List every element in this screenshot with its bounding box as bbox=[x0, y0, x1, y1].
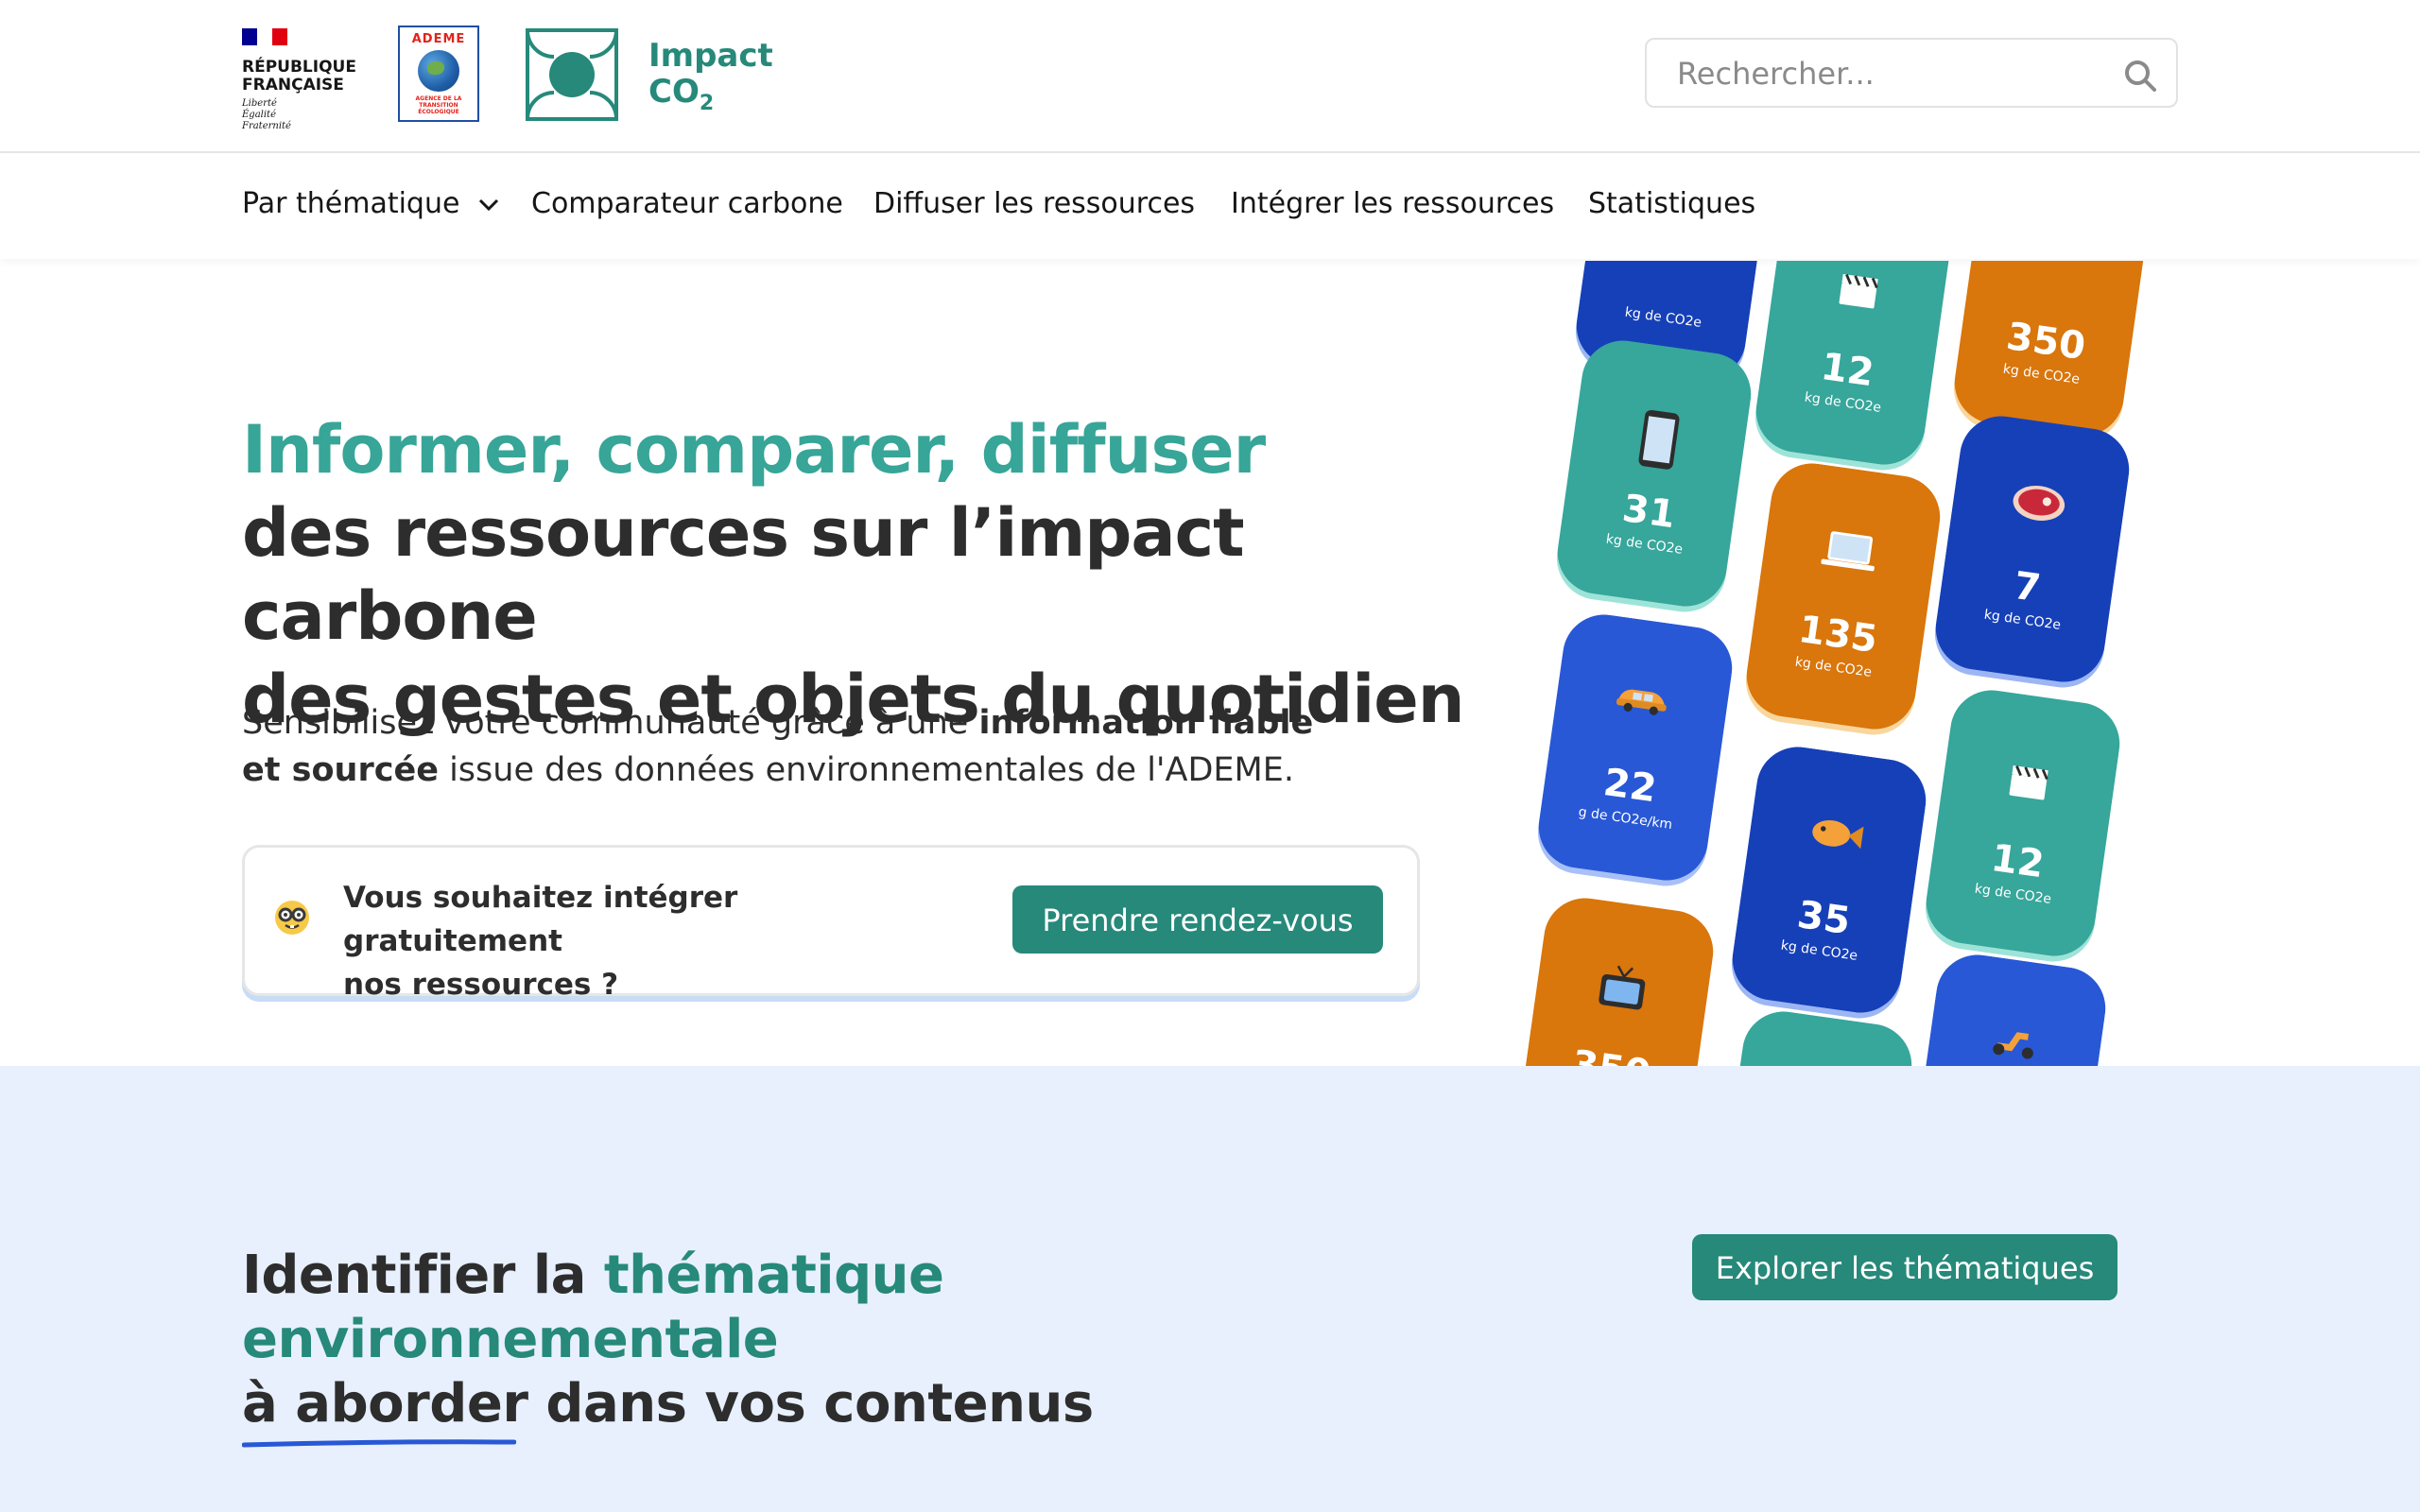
laptop-icon bbox=[1762, 518, 1934, 607]
ademe-logo-subtitle: AGENCE DE LA bbox=[415, 95, 462, 102]
search-icon[interactable] bbox=[2123, 59, 2157, 93]
fish-icon bbox=[1748, 801, 1920, 890]
impact-tiles-illustration: kg de CO2e 12 kg de CO2e 350 kg de CO2e 31 kg … bbox=[1475, 261, 2174, 1066]
hero-description: Sensibilisez votre communauté grâce à un… bbox=[242, 699, 1414, 794]
rf-logo-line: FRANÇAISE bbox=[242, 76, 344, 94]
tile-unit: kg de CO2e bbox=[1623, 304, 1703, 331]
rf-motto: Égalité bbox=[242, 110, 276, 120]
rf-motto: Fraternité bbox=[242, 121, 291, 131]
clapperboard-icon bbox=[1772, 261, 1944, 341]
cta-text-line: Vous souhaitez intégrer gratuitement bbox=[343, 881, 738, 958]
ademe-logo-subtitle: TRANSITION bbox=[419, 102, 458, 109]
ademe-logo-title: ADEME bbox=[411, 32, 466, 46]
globe-icon bbox=[418, 50, 459, 92]
thematiques-section: Identifier la thématique environnemental… bbox=[0, 1066, 2420, 1512]
tablet-icon bbox=[1573, 395, 1745, 484]
impact-tile: 135 kg de CO2e bbox=[1741, 457, 1945, 735]
nav-item-diffuser-ressources[interactable]: Diffuser les ressources bbox=[873, 187, 1195, 220]
steak-icon bbox=[1951, 471, 2123, 559]
impact-wordmark-line2: CO2 bbox=[648, 74, 773, 122]
hero-text-bold: information fiable bbox=[978, 704, 1314, 742]
impact-wordmark-line1: Impact bbox=[648, 37, 773, 75]
nav-item-comparateur-carbone[interactable]: Comparateur carbone bbox=[531, 187, 843, 220]
hero-text-part: Sensibilisez votre communauté grâce à un… bbox=[242, 704, 979, 742]
impact-tile: 31 kg de CO2e bbox=[1552, 335, 1756, 612]
hero-text-bold: et sourcée bbox=[242, 751, 439, 789]
car-icon bbox=[1554, 669, 1726, 758]
impact-tile: 12 kg de CO2e bbox=[1751, 261, 1955, 471]
hero-text-part: issue des données environnementales de l… bbox=[438, 751, 1294, 789]
hero-title-accent: Informer, comparer, diffuser bbox=[242, 411, 1266, 489]
main-nav: Par thématique Comparateur carbone Diffu… bbox=[0, 153, 2420, 259]
impact-tile bbox=[1907, 949, 2111, 1066]
search-input[interactable] bbox=[1675, 40, 2095, 108]
cta-text: Vous souhaitez intégrer gratuitement nos… bbox=[343, 876, 958, 1006]
tile-strip: kg de CO2e 12 kg de CO2e 350 kg de CO2e 31 kg … bbox=[1475, 261, 2174, 1066]
tile-value bbox=[1589, 261, 1752, 275]
nav-item-par-thematique[interactable]: Par thématique bbox=[242, 187, 499, 220]
ademe-logo[interactable]: ADEME AGENCE DE LA TRANSITION ÉCOLOGIQUE bbox=[398, 26, 479, 122]
impact-co2-wordmark[interactable]: Impact CO2 bbox=[648, 38, 773, 122]
tv-icon bbox=[1535, 953, 1707, 1041]
nerd-face-icon bbox=[275, 901, 309, 935]
impact-tile: 7 kg de CO2e bbox=[1930, 410, 2135, 688]
impact-tile: 350 kg de CO2e bbox=[1949, 261, 2153, 442]
impact-tile: 22 g de CO2e/km bbox=[1533, 609, 1737, 886]
impact-co2-logo-icon[interactable] bbox=[526, 28, 618, 121]
clapperboard-icon bbox=[1942, 745, 2114, 833]
chevron-down-icon bbox=[478, 198, 499, 211]
explore-thematiques-button[interactable]: Explorer les thématiques bbox=[1692, 1234, 2118, 1300]
tile-value: 350 bbox=[1527, 1037, 1696, 1066]
hero-title-line: des ressources sur l’impact carbone bbox=[242, 494, 1245, 655]
integration-cta-card: Vous souhaitez intégrer gratuitement nos… bbox=[242, 845, 1420, 1002]
impact-tile bbox=[1713, 1005, 1917, 1066]
impact-tile: 350 bbox=[1514, 892, 1719, 1066]
section-title: Identifier la thématique environnemental… bbox=[242, 1244, 1471, 1436]
site-header: RÉPUBLIQUE FRANÇAISE Liberté Égalité Fra… bbox=[0, 0, 2420, 153]
rf-logo-line: RÉPUBLIQUE bbox=[242, 58, 356, 77]
book-appointment-button[interactable]: Prendre rendez-vous bbox=[1012, 885, 1383, 954]
impact-wordmark-co: CO bbox=[648, 73, 700, 111]
impact-wordmark-subscript: 2 bbox=[699, 91, 715, 115]
french-flag-icon bbox=[242, 28, 287, 45]
hero-title: Informer, comparer, diffuser des ressour… bbox=[242, 408, 1471, 741]
republique-francaise-logo[interactable]: RÉPUBLIQUE FRANÇAISE Liberté Égalité Fra… bbox=[242, 28, 356, 131]
ademe-logo-subtitle: ÉCOLOGIQUE bbox=[418, 109, 459, 115]
section-title-part: à aborder dans vos contenus bbox=[242, 1373, 1094, 1435]
impact-tile: 35 kg de CO2e bbox=[1727, 741, 1931, 1019]
rf-motto: Liberté bbox=[242, 98, 277, 109]
cta-text-line: nos ressources ? bbox=[343, 968, 619, 1002]
nav-item-statistiques[interactable]: Statistiques bbox=[1588, 187, 1755, 220]
decorative-underline bbox=[242, 1439, 516, 1448]
search-box[interactable] bbox=[1645, 38, 2178, 108]
scooter-icon bbox=[1927, 1009, 2100, 1066]
nav-item-integrer-ressources[interactable]: Intégrer les ressources bbox=[1231, 187, 1554, 220]
tile-icon bbox=[1970, 261, 2142, 313]
impact-tile: 12 kg de CO2e bbox=[1921, 684, 2125, 962]
section-title-part: Identifier la bbox=[242, 1245, 604, 1306]
nav-item-label: Par thématique bbox=[242, 187, 460, 220]
